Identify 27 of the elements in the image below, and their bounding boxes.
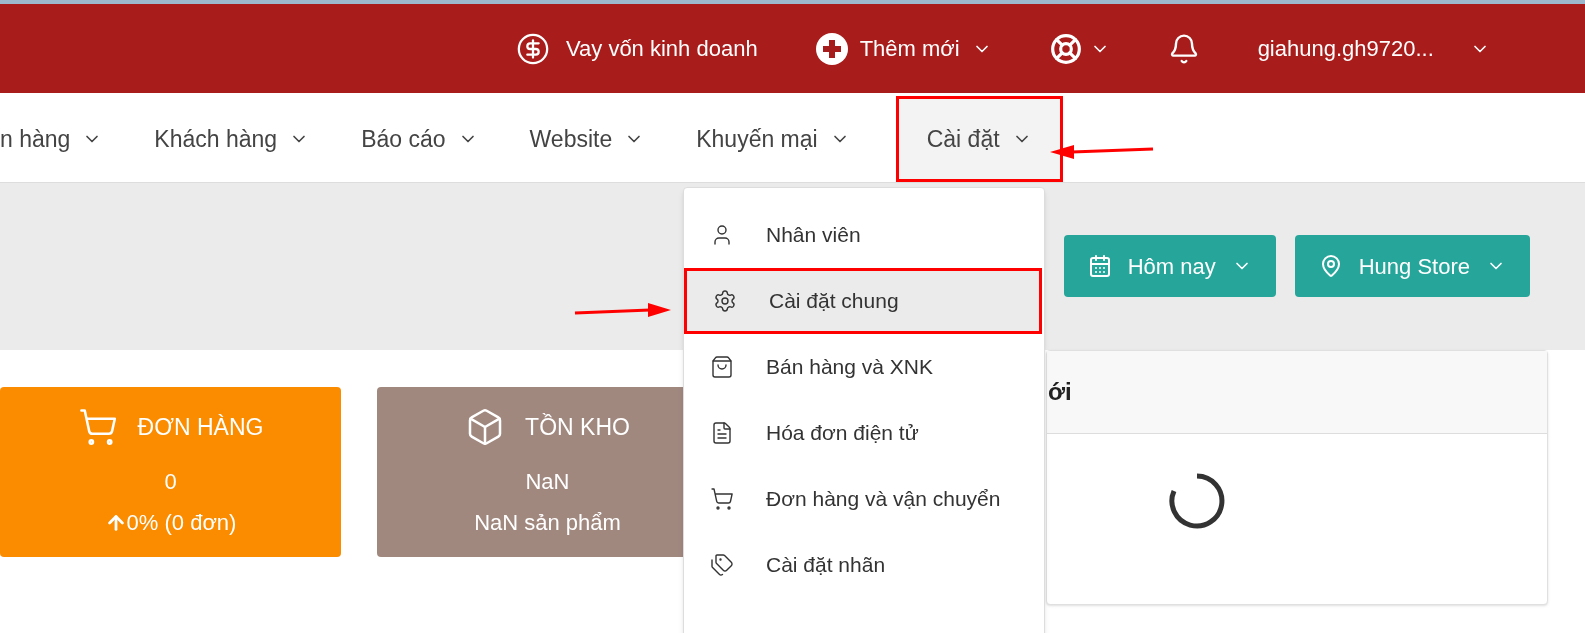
stat-title: ĐƠN HÀNG [137, 412, 264, 442]
add-new-menu[interactable]: Thêm mới [815, 32, 992, 65]
plus-icon [815, 32, 848, 65]
bag-icon [710, 355, 734, 379]
nav-menu-item[interactable]: Khuyến mại [690, 96, 856, 182]
dropdown-menu-item[interactable]: Cài đặt chung [684, 268, 1042, 334]
cart-icon [710, 487, 734, 511]
nav-menu-item[interactable]: Website [523, 96, 651, 182]
stat-subtitle: 0% (0 đơn) [126, 509, 237, 537]
user-menu[interactable]: giahung.gh9720... [1257, 32, 1490, 65]
loan-link[interactable]: Vay vốn kinh doanh [516, 31, 758, 66]
stat-title: TỒN KHO [525, 412, 630, 442]
stat-subtitle: NaN sản phẩm [474, 509, 621, 537]
panel-title: ới [1048, 377, 1072, 407]
document-icon [710, 421, 734, 445]
calendar-icon [1087, 254, 1112, 278]
stat-value: NaN [525, 468, 570, 496]
nav-menu-item[interactable]: Cài đặt [895, 96, 1063, 182]
tag-icon [710, 553, 734, 577]
dollar-icon [516, 31, 550, 66]
nav-menu-item[interactable]: n hàng [0, 96, 109, 182]
cart-icon [77, 407, 118, 447]
nav-menu-item[interactable]: Báo cáo [355, 96, 484, 182]
settings-icon [713, 289, 737, 313]
nav-menu-item[interactable]: Khách hàng [148, 96, 316, 182]
stat-value: 0 [164, 468, 177, 496]
lifebuoy-icon [1049, 32, 1082, 65]
